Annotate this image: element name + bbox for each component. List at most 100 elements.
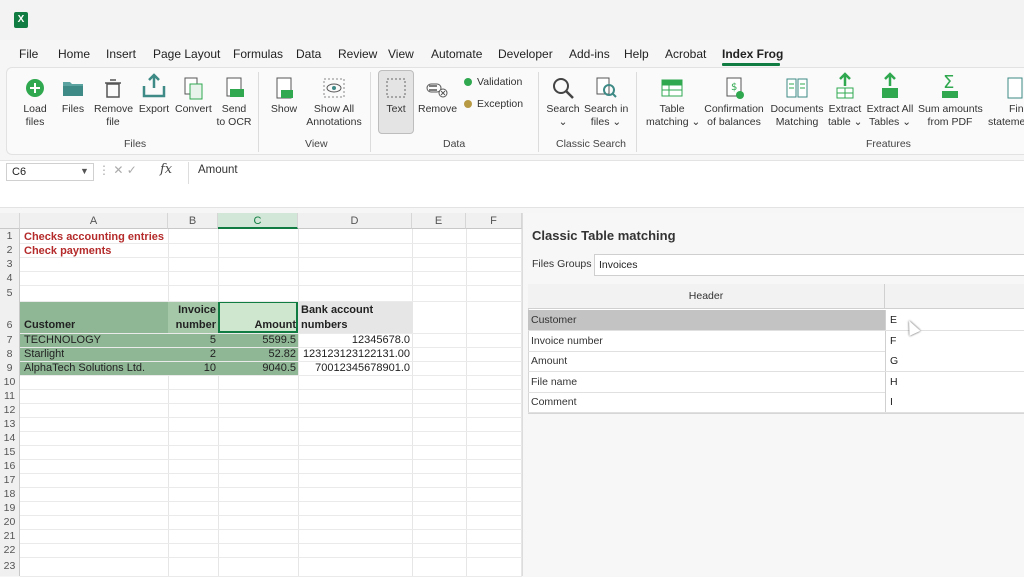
folder-icon <box>61 76 85 100</box>
cell-amount-1[interactable]: 5599.5 <box>218 333 296 347</box>
formula-separator <box>188 162 189 184</box>
column-header-f[interactable]: F <box>466 213 522 229</box>
row-header[interactable]: 3 <box>0 257 20 271</box>
extract-table-button[interactable]: Extract table ⌄ <box>828 72 862 129</box>
cell-bank-1[interactable]: 12345678.0 <box>298 333 410 347</box>
row-header[interactable]: 19 <box>0 501 20 515</box>
matching-row-value[interactable]: I <box>885 392 1024 412</box>
row-header[interactable]: 12 <box>0 403 20 417</box>
convert-button[interactable]: Convert <box>175 76 212 116</box>
row-header[interactable]: 23 <box>0 557 20 576</box>
column-header-a[interactable]: A <box>20 213 168 229</box>
cell-amount-3[interactable]: 9040.5 <box>218 361 296 375</box>
menu-review[interactable]: Review <box>338 47 377 61</box>
row-header[interactable]: 5 <box>0 285 20 301</box>
cell-invoice-3[interactable]: 10 <box>168 361 216 375</box>
files-groups-select[interactable]: Invoices <box>594 254 1024 276</box>
row-header[interactable]: 17 <box>0 473 20 487</box>
menu-index-frog[interactable]: Index Frog <box>722 47 783 61</box>
cell-customer-3[interactable]: AlphaTech Solutions Ltd. <box>24 361 145 375</box>
matching-row-name: Invoice number <box>531 335 603 347</box>
row-header[interactable]: 7 <box>0 333 20 347</box>
menu-automate[interactable]: Automate <box>431 47 482 61</box>
cell-bank-3[interactable]: 70012345678901.0 <box>298 361 410 375</box>
matching-row-value[interactable]: H <box>885 372 1024 392</box>
row-header[interactable]: 10 <box>0 375 20 389</box>
load-files-button[interactable]: Load files <box>19 76 51 129</box>
row-header[interactable]: 4 <box>0 271 20 285</box>
menu-help[interactable]: Help <box>624 47 649 61</box>
table-matching-button[interactable]: Table matching ⌄ <box>646 76 700 129</box>
extract-all-icon <box>878 72 902 100</box>
matching-row-value[interactable]: F <box>885 331 1024 351</box>
column-header-d[interactable]: D <box>298 213 412 229</box>
exception-button[interactable]: Exception <box>464 98 523 111</box>
menu-view[interactable]: View <box>388 47 414 61</box>
cell-invoice-1[interactable]: 5 <box>168 333 216 347</box>
menu-developer[interactable]: Developer <box>498 47 553 61</box>
column-header-e[interactable]: E <box>412 213 466 229</box>
matching-row-value[interactable]: G <box>885 351 1024 371</box>
remove-file-button[interactable]: Remove file <box>94 76 133 129</box>
select-all-corner[interactable] <box>0 213 20 229</box>
sum-amounts-from-pdf-button[interactable]: Σ Sum amounts from PDF <box>918 72 983 129</box>
row-header[interactable]: 22 <box>0 543 20 557</box>
matching-row-name: File name <box>531 376 578 388</box>
cell-customer-1[interactable]: TECHNOLOGY <box>24 333 101 347</box>
matching-row[interactable]: Customer E <box>528 310 1024 331</box>
menu-acrobat[interactable]: Acrobat <box>665 47 706 61</box>
spreadsheet-grid[interactable]: A B C D E F 1 2 3 4 5 6 7 8 9 10 11 12 13 14 15 16 17 18 1… <box>0 213 522 577</box>
matching-row[interactable]: Comment I <box>528 392 1024 413</box>
row-gridline <box>20 301 522 302</box>
menu-page-layout[interactable]: Page Layout <box>153 47 220 61</box>
row-header[interactable]: 20 <box>0 515 20 529</box>
export-button[interactable]: Export <box>138 72 170 116</box>
matching-row[interactable]: Invoice number F <box>528 331 1024 352</box>
chevron-down-icon[interactable]: ▼ <box>80 166 89 176</box>
menu-data[interactable]: Data <box>296 47 321 61</box>
column-header-b[interactable]: B <box>168 213 218 229</box>
row-header[interactable]: 2 <box>0 243 20 257</box>
show-button[interactable]: Show <box>268 76 300 116</box>
show-all-annotations-button[interactable]: Show All Annotations <box>306 76 362 129</box>
files-button[interactable]: Files <box>58 76 88 116</box>
column-header-c[interactable]: C <box>218 213 298 229</box>
row-header[interactable]: 16 <box>0 459 20 473</box>
row-header[interactable]: 1 <box>0 229 20 243</box>
cell-customer-2[interactable]: Starlight <box>24 347 64 361</box>
search-button[interactable]: Search ⌄ <box>546 76 580 129</box>
row-header[interactable]: 9 <box>0 361 20 375</box>
cell-bank-2[interactable]: 123123123122131.00 <box>298 347 410 361</box>
fx-icon[interactable]: fx <box>160 162 172 177</box>
documents-matching-button[interactable]: Documents Matching <box>770 76 824 129</box>
row-header[interactable]: 11 <box>0 389 20 403</box>
row-header[interactable]: 18 <box>0 487 20 501</box>
search-icon <box>551 76 575 100</box>
formula-input[interactable]: Amount <box>198 164 238 176</box>
send-to-ocr-button[interactable]: Send to OCR <box>216 76 252 129</box>
row-header[interactable]: 14 <box>0 431 20 445</box>
row-header[interactable]: 13 <box>0 417 20 431</box>
search-in-files-button[interactable]: Search in files ⌄ <box>584 76 628 129</box>
header-bank-1: Bank account <box>301 304 374 316</box>
menu-formulas[interactable]: Formulas <box>233 47 283 61</box>
remove-button[interactable]: Remove <box>418 76 457 116</box>
menu-add-ins[interactable]: Add-ins <box>569 47 610 61</box>
cell-amount-2[interactable]: 52.82 <box>218 347 296 361</box>
confirmation-of-balances-button[interactable]: $ Confirmation of balances <box>703 76 765 129</box>
validation-button[interactable]: Validation <box>464 76 522 89</box>
row-header[interactable]: 21 <box>0 529 20 543</box>
matching-row[interactable]: Amount G <box>528 351 1024 372</box>
row-header[interactable]: 8 <box>0 347 20 361</box>
svg-text:$: $ <box>731 82 737 93</box>
cell-invoice-2[interactable]: 2 <box>168 347 216 361</box>
menu-home[interactable]: Home <box>58 47 90 61</box>
text-button[interactable]: Text <box>378 76 414 116</box>
extract-all-tables-button[interactable]: Extract All Tables ⌄ <box>866 72 914 129</box>
matching-row[interactable]: File name H <box>528 372 1024 393</box>
row-header[interactable]: 15 <box>0 445 20 459</box>
row-header[interactable]: 6 <box>0 301 20 333</box>
menu-file[interactable]: File <box>19 47 38 61</box>
financial-statements-button[interactable]: Fin stateme <box>988 76 1024 129</box>
menu-insert[interactable]: Insert <box>106 47 136 61</box>
